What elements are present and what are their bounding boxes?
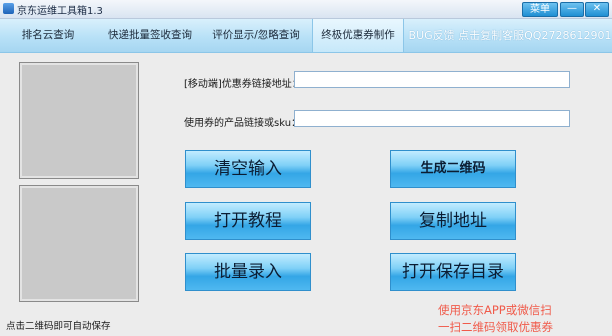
qr-code-image-bottom[interactable] bbox=[19, 185, 139, 302]
close-button[interactable]: ✕ bbox=[585, 2, 609, 17]
coupon-link-label: [移动端]优惠券链接地址： bbox=[184, 79, 302, 90]
tab-review-query[interactable]: 评价显示/忽略查询 bbox=[203, 19, 309, 52]
tab-rank-query[interactable]: 排名云查询 bbox=[0, 19, 96, 52]
copy-address-button[interactable]: 复制地址 bbox=[390, 202, 516, 240]
product-link-input[interactable] bbox=[294, 110, 570, 127]
tab-bar: 排名云查询 快递批量签收查询 评价显示/忽略查询 终极优惠券制作 BUG反馈 点… bbox=[0, 19, 612, 53]
tab-express-sign-query[interactable]: 快递批量签收查询 bbox=[100, 19, 200, 52]
promo-line-2: 一扫二维码领取优惠券 bbox=[438, 320, 553, 334]
tab-bug-feedback[interactable]: BUG反馈 点击复制客服QQ2728612901 bbox=[408, 19, 612, 52]
qr-code-image-top[interactable] bbox=[19, 62, 139, 179]
minimize-button[interactable]: — bbox=[560, 2, 584, 17]
app-icon bbox=[3, 3, 14, 14]
promo-text: 使用京东APP或微信扫 一扫二维码领取优惠券 bbox=[438, 302, 608, 336]
batch-entry-button[interactable]: 批量录入 bbox=[185, 253, 311, 291]
promo-line-1: 使用京东APP或微信扫 bbox=[438, 303, 552, 317]
generate-qr-button[interactable]: 生成二维码 bbox=[390, 150, 516, 188]
title-bar: 京东运维工具箱1.3 菜单 — ✕ bbox=[0, 0, 612, 19]
tab-coupon-maker[interactable]: 终极优惠券制作 bbox=[312, 19, 404, 52]
menu-button[interactable]: 菜单 bbox=[522, 2, 558, 17]
open-save-dir-button[interactable]: 打开保存目录 bbox=[390, 253, 516, 291]
coupon-link-input[interactable] bbox=[294, 71, 570, 88]
window-title: 京东运维工具箱1.3 bbox=[17, 6, 103, 17]
open-tutorial-button[interactable]: 打开教程 bbox=[185, 202, 311, 240]
clear-input-button[interactable]: 清空输入 bbox=[185, 150, 311, 188]
product-link-label: 使用券的产品链接或sku： bbox=[184, 118, 302, 129]
